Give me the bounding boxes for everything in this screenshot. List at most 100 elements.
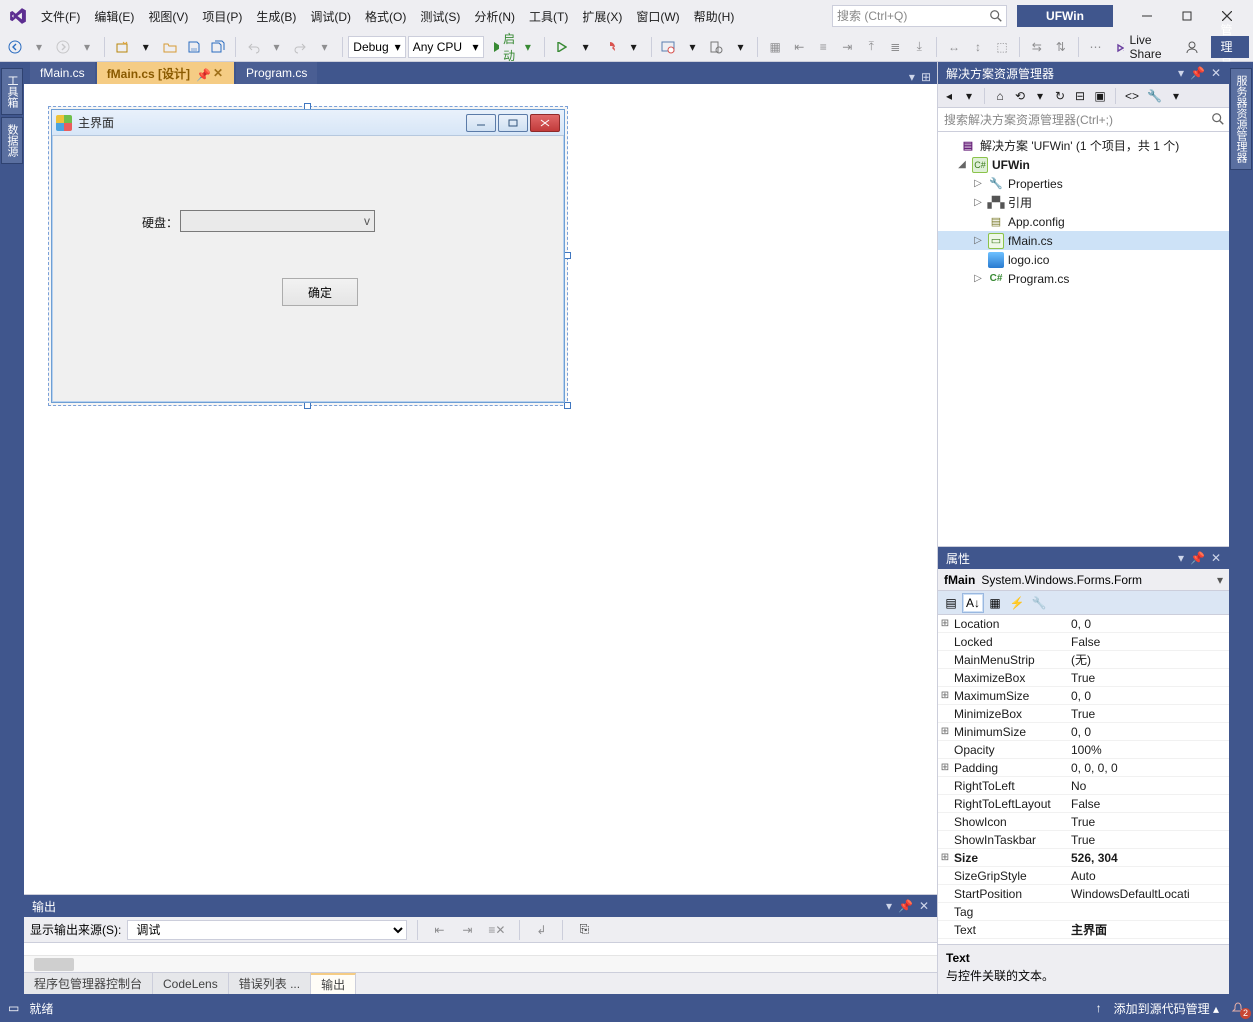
logo-node[interactable]: logo.ico bbox=[938, 250, 1229, 269]
window-minimize-button[interactable] bbox=[1127, 2, 1167, 30]
menu-工具(T)[interactable]: 工具(T) bbox=[522, 4, 575, 29]
property-row[interactable]: ⊞Padding0, 0, 0, 0 bbox=[938, 759, 1229, 777]
output-wrap-button[interactable]: ↲ bbox=[530, 919, 552, 941]
property-row[interactable]: ⊞Size526, 304 bbox=[938, 849, 1229, 867]
solution-tree[interactable]: ▤解决方案 'UFWin' (1 个项目，共 1 个) ◢C#UFWin ▷🔧P… bbox=[938, 132, 1229, 546]
bottom-tab[interactable]: CodeLens bbox=[153, 973, 229, 994]
start-debug-button[interactable]: 启动▾ bbox=[486, 36, 538, 58]
menu-分析(N)[interactable]: 分析(N) bbox=[467, 4, 522, 29]
panel-dropdown-icon[interactable]: ▾ bbox=[1178, 66, 1184, 80]
property-value[interactable]: 526, 304 bbox=[1067, 851, 1229, 865]
property-value[interactable]: Auto bbox=[1067, 869, 1229, 883]
property-value[interactable]: 主界面 bbox=[1067, 921, 1229, 938]
sx-preview[interactable]: ▾ bbox=[1167, 86, 1185, 106]
output-source-select[interactable]: 调试 bbox=[127, 920, 407, 940]
sx-home[interactable]: ⌂ bbox=[991, 86, 1009, 106]
panel-pin-icon[interactable]: 📌 bbox=[1190, 66, 1205, 80]
sx-refresh[interactable]: ↻ bbox=[1051, 86, 1069, 106]
messages-button[interactable]: 🔧 bbox=[1028, 593, 1050, 613]
property-row[interactable]: RightToLeftNo bbox=[938, 777, 1229, 795]
output-next-button[interactable]: ⇥ bbox=[456, 919, 478, 941]
panel-dropdown-icon[interactable]: ▾ bbox=[886, 899, 892, 913]
open-file-button[interactable] bbox=[159, 36, 181, 58]
panel-pin-icon[interactable]: 📌 bbox=[898, 899, 913, 913]
property-row[interactable]: Tag bbox=[938, 903, 1229, 921]
properties-grid[interactable]: ⊞Location0, 0LockedFalseMainMenuStrip(无)… bbox=[938, 615, 1229, 944]
output-prev-button[interactable]: ⇤ bbox=[428, 919, 450, 941]
expand-toggle[interactable]: ⊞ bbox=[938, 618, 952, 629]
property-value[interactable]: 0, 0 bbox=[1067, 725, 1229, 739]
property-value[interactable]: 0, 0 bbox=[1067, 689, 1229, 703]
property-value[interactable]: No bbox=[1067, 779, 1229, 793]
disk-label[interactable]: 硬盘： bbox=[142, 214, 178, 231]
menu-视图(V)[interactable]: 视图(V) bbox=[141, 4, 195, 29]
properties-object-selector[interactable]: fMain System.Windows.Forms.Form ▾ bbox=[938, 569, 1229, 591]
hspace-equal-button[interactable]: ⇆ bbox=[1026, 36, 1048, 58]
redo-dropdown[interactable]: ▾ bbox=[314, 36, 336, 58]
property-value[interactable]: False bbox=[1067, 797, 1229, 811]
property-value[interactable]: 0, 0, 0, 0 bbox=[1067, 761, 1229, 775]
menu-扩展(X)[interactable]: 扩展(X) bbox=[575, 4, 629, 29]
property-row[interactable]: SizeGripStyleAuto bbox=[938, 867, 1229, 885]
project-node[interactable]: ◢C#UFWin bbox=[938, 155, 1229, 174]
property-value[interactable]: False bbox=[1067, 635, 1229, 649]
expand-toggle[interactable]: ⊞ bbox=[938, 852, 952, 863]
nav-forward-history[interactable]: ▾ bbox=[76, 36, 98, 58]
menu-格式(O)[interactable]: 格式(O) bbox=[358, 4, 413, 29]
designed-form[interactable]: 主界面 硬盘： v 确定 bbox=[51, 109, 565, 403]
property-row[interactable]: Opacity100% bbox=[938, 741, 1229, 759]
sx-collapse[interactable]: ⊟ bbox=[1071, 86, 1089, 106]
property-row[interactable]: MainMenuStrip(无) bbox=[938, 651, 1229, 669]
property-value[interactable]: 100% bbox=[1067, 743, 1229, 757]
tab-close-button[interactable]: ✕ bbox=[212, 67, 224, 79]
panel-close-icon[interactable]: ✕ bbox=[919, 899, 929, 913]
menu-文件(F)[interactable]: 文件(F) bbox=[34, 4, 87, 29]
property-value[interactable]: True bbox=[1067, 707, 1229, 721]
appconfig-node[interactable]: ▤App.config bbox=[938, 212, 1229, 231]
server-explorer-tab[interactable]: 服务器资源管理器 bbox=[1230, 68, 1252, 170]
toolbar-overflow[interactable]: ⋯ bbox=[1085, 36, 1107, 58]
program-node[interactable]: ▷C#Program.cs bbox=[938, 269, 1229, 288]
nav-back-history[interactable]: ▾ bbox=[28, 36, 50, 58]
property-row[interactable]: Text主界面 bbox=[938, 921, 1229, 939]
align-bottom-button[interactable]: ⤓ bbox=[908, 36, 930, 58]
solution-platform-combo[interactable]: Any CPU▾ bbox=[408, 36, 484, 58]
property-value[interactable]: True bbox=[1067, 815, 1229, 829]
doc-tab[interactable]: fMain.cs bbox=[30, 62, 95, 84]
save-button[interactable] bbox=[183, 36, 205, 58]
align-center-button[interactable]: ≡ bbox=[812, 36, 834, 58]
menu-编辑(E)[interactable]: 编辑(E) bbox=[87, 4, 141, 29]
notifications-button[interactable]: 2 bbox=[1231, 1001, 1245, 1015]
output-goto-button[interactable]: ⎘ bbox=[573, 919, 595, 941]
start-without-debug-button[interactable] bbox=[551, 36, 573, 58]
undo-dropdown[interactable]: ▾ bbox=[266, 36, 288, 58]
same-height-button[interactable]: ↕ bbox=[967, 36, 989, 58]
panel-close-icon[interactable]: ✕ bbox=[1211, 66, 1221, 80]
solution-explorer-search[interactable] bbox=[938, 108, 1229, 132]
menu-调试(D)[interactable]: 调试(D) bbox=[303, 4, 358, 29]
browser-link-button[interactable] bbox=[657, 36, 679, 58]
active-files-button[interactable]: ⊞ bbox=[921, 70, 931, 84]
panel-pin-icon[interactable]: 📌 bbox=[1190, 551, 1205, 565]
solution-explorer-header[interactable]: 解决方案资源管理器 ▾📌✕ bbox=[938, 62, 1229, 84]
live-share-button[interactable]: Live Share bbox=[1109, 33, 1173, 61]
solution-root-node[interactable]: ▤解决方案 'UFWin' (1 个项目，共 1 个) bbox=[938, 136, 1229, 155]
form-selection[interactable]: 主界面 硬盘： v 确定 bbox=[48, 106, 568, 406]
panel-dropdown-icon[interactable]: ▾ bbox=[1178, 551, 1184, 565]
property-value[interactable]: WindowsDefaultLocati bbox=[1067, 887, 1229, 901]
align-middle-button[interactable]: ≣ bbox=[884, 36, 906, 58]
property-value[interactable]: True bbox=[1067, 671, 1229, 685]
menu-测试(S)[interactable]: 测试(S) bbox=[413, 4, 467, 29]
nav-back-button[interactable] bbox=[4, 36, 26, 58]
sx-back-dd[interactable]: ▾ bbox=[960, 86, 978, 106]
menu-项目(P)[interactable]: 项目(P) bbox=[195, 4, 249, 29]
find-in-files-button[interactable] bbox=[705, 36, 727, 58]
quick-search-input[interactable] bbox=[833, 6, 1006, 26]
property-row[interactable]: MinimizeBoxTrue bbox=[938, 705, 1229, 723]
sx-show-all[interactable]: ▣ bbox=[1091, 86, 1109, 106]
property-row[interactable]: MaximizeBoxTrue bbox=[938, 669, 1229, 687]
events-button[interactable]: ⚡ bbox=[1006, 593, 1028, 613]
references-node[interactable]: ▷▞▚引用 bbox=[938, 193, 1229, 212]
sx-code[interactable]: <> bbox=[1122, 86, 1142, 106]
redo-button[interactable] bbox=[290, 36, 312, 58]
